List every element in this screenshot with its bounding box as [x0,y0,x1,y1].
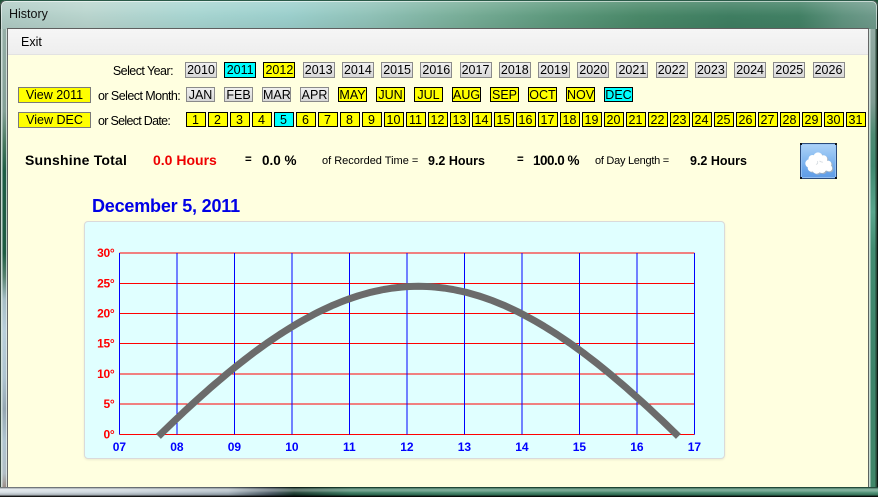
svg-text:10: 10 [285,440,299,454]
svg-text:12: 12 [400,440,414,454]
svg-text:15°: 15° [97,337,115,351]
svg-text:30°: 30° [97,246,115,260]
svg-text:13: 13 [458,440,472,454]
svg-text:14: 14 [515,440,529,454]
svg-text:5°: 5° [104,397,115,411]
svg-text:08: 08 [170,440,184,454]
svg-text:16: 16 [630,440,644,454]
svg-text:09: 09 [228,440,242,454]
svg-text:17: 17 [688,440,702,454]
svg-text:15: 15 [573,440,587,454]
svg-text:07: 07 [113,440,127,454]
svg-text:10°: 10° [97,367,115,381]
svg-text:25°: 25° [97,276,115,290]
svg-text:11: 11 [343,440,356,454]
svg-text:20°: 20° [97,307,115,321]
